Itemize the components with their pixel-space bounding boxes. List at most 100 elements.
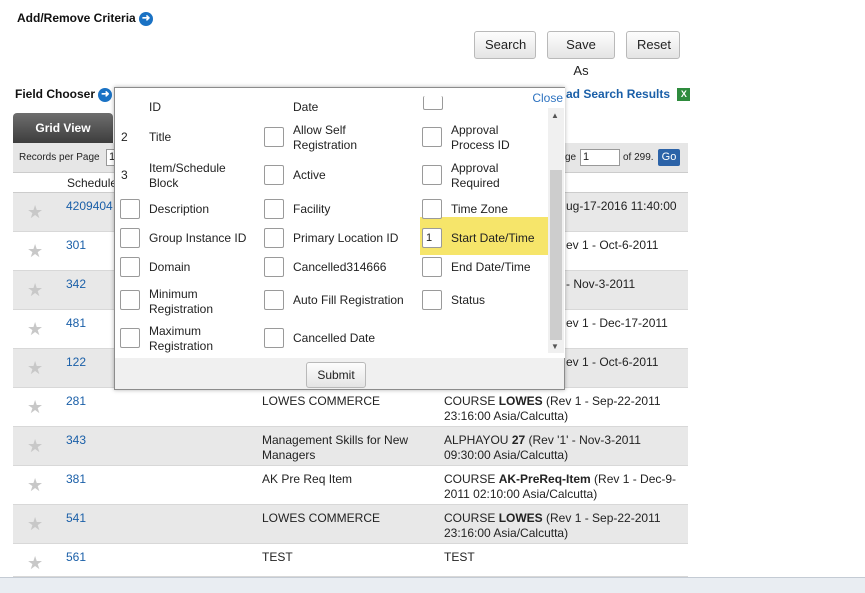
search-button[interactable]: Search xyxy=(474,31,536,59)
field-checkbox-description[interactable] xyxy=(120,199,140,219)
field-chooser-scrollbar[interactable]: ▲ ▼ xyxy=(548,108,564,353)
table-row: ★ 281 LOWES COMMERCE COURSE LOWES (Rev 1… xyxy=(13,388,688,427)
field-chooser[interactable]: Field Chooser ➜ xyxy=(15,87,113,102)
field-label-primary-location-id: Primary Location ID xyxy=(293,231,399,245)
instance-cell: COURSE LOWES (Rev 1 - Sep-22-2011 23:16:… xyxy=(444,511,661,540)
field-checkbox-cancelled314666[interactable] xyxy=(264,257,284,277)
instance-cell: COURSE LOWES (Rev 1 - Sep-22-2011 23:16:… xyxy=(444,394,661,423)
instance-cell: ev 1 - Oct-6-2011 xyxy=(566,355,659,369)
field-checkbox-primary-location-id[interactable] xyxy=(264,228,284,248)
field-checkbox-cancelled-date[interactable] xyxy=(264,328,284,348)
field-checkbox-time-zone[interactable] xyxy=(422,199,442,219)
schedule-id-link[interactable]: 122 xyxy=(66,355,86,369)
field-order-input-start-date-time[interactable]: 1 xyxy=(422,228,442,248)
instance-cell: ALPHAYOU 27 (Rev '1' - Nov-3-2011 09:30:… xyxy=(444,433,641,462)
item-name-cell: Management Skills for New Managers xyxy=(262,433,409,462)
star-icon[interactable]: ★ xyxy=(27,358,43,379)
field-checkbox-approval-required[interactable] xyxy=(422,165,442,185)
schedule-id-link[interactable]: 541 xyxy=(66,511,86,525)
instance-cell: TEST xyxy=(444,550,475,564)
star-icon[interactable]: ★ xyxy=(27,436,43,457)
download-search-results[interactable]: ad Search Results X xyxy=(566,87,691,102)
reset-button[interactable]: Reset xyxy=(626,31,680,59)
field-label-maximum-registration: Maximum Registration xyxy=(149,324,214,353)
instance-cell: ev 1 - Dec-17-2011 xyxy=(566,316,668,330)
page-number-input[interactable]: 1 xyxy=(580,149,620,166)
field-checkbox-facility[interactable] xyxy=(264,199,284,219)
field-label-start-date-time: Start Date/Time xyxy=(451,231,535,245)
field-label-description: Description xyxy=(149,202,210,216)
item-name-cell: TEST xyxy=(262,550,293,564)
field-checkbox[interactable] xyxy=(423,96,443,110)
star-icon[interactable]: ★ xyxy=(27,397,43,418)
table-row: ★ 381 AK Pre Req Item COURSE AK-PreReq-I… xyxy=(13,466,688,505)
arrow-right-icon[interactable]: ➜ xyxy=(139,11,154,26)
field-order-number: 3 xyxy=(121,168,128,182)
horizontal-scrollbar[interactable] xyxy=(0,577,865,593)
scroll-up-icon[interactable]: ▲ xyxy=(551,111,559,120)
field-label-title: Title xyxy=(149,130,172,144)
star-icon[interactable]: ★ xyxy=(27,202,43,223)
table-row: ★ 561 TEST TEST xyxy=(13,544,688,577)
schedule-id-link[interactable]: 342 xyxy=(66,277,86,291)
item-name-cell: LOWES COMMERCE xyxy=(262,511,381,525)
save-as-button[interactable]: Save As xyxy=(547,31,615,78)
field-label: Date xyxy=(293,100,319,114)
page-total-label: of 299. xyxy=(623,152,654,163)
schedule-id-link[interactable]: 4209404 xyxy=(66,199,113,213)
field-label: ID xyxy=(149,100,161,114)
arrow-right-icon[interactable]: ➜ xyxy=(98,87,113,102)
table-row: ★ 541 LOWES COMMERCE COURSE LOWES (Rev 1… xyxy=(13,505,688,544)
schedule-id-link[interactable]: 281 xyxy=(66,394,86,408)
scrollbar-thumb[interactable] xyxy=(550,170,562,340)
go-button[interactable]: Go xyxy=(658,149,680,166)
schedule-id-link[interactable]: 561 xyxy=(66,550,86,564)
download-search-results-label: ad Search Results xyxy=(566,87,671,101)
field-label-status: Status xyxy=(451,293,486,307)
field-label-active: Active xyxy=(293,168,326,182)
star-icon[interactable]: ★ xyxy=(27,475,43,496)
records-per-page-label: Records per Page xyxy=(19,152,100,163)
col-schedule-header[interactable]: Schedule xyxy=(67,176,117,190)
instance-cell: COURSE AK-PreReq-Item (Rev 1 - Dec-9-201… xyxy=(444,472,677,501)
tab-grid-view[interactable]: Grid View xyxy=(13,113,113,143)
star-icon[interactable]: ★ xyxy=(27,319,43,340)
field-label-facility: Facility xyxy=(293,202,331,216)
field-label-end-date-time: End Date/Time xyxy=(451,260,531,274)
star-icon[interactable]: ★ xyxy=(27,514,43,535)
field-checkbox-minimum-registration[interactable] xyxy=(120,290,140,310)
field-checkbox-approval-process-id[interactable] xyxy=(422,127,442,147)
schedule-id-link[interactable]: 381 xyxy=(66,472,86,486)
field-order-number: 2 xyxy=(121,130,128,144)
instance-cell: ev 1 - Oct-6-2011 xyxy=(566,238,659,252)
field-checkbox-group-instance-id[interactable] xyxy=(120,228,140,248)
field-checkbox-allow-self-registration[interactable] xyxy=(264,127,284,147)
schedule-id-link[interactable]: 301 xyxy=(66,238,86,252)
field-label-minimum-registration: Minimum Registration xyxy=(149,287,214,316)
scroll-down-icon[interactable]: ▼ xyxy=(551,342,559,351)
field-checkbox-status[interactable] xyxy=(422,290,442,310)
close-link[interactable]: Close xyxy=(532,91,563,105)
field-chooser-label: Field Chooser xyxy=(15,87,96,101)
star-icon[interactable]: ★ xyxy=(27,553,43,574)
field-checkbox-active[interactable] xyxy=(264,165,284,185)
schedule-id-link[interactable]: 481 xyxy=(66,316,86,330)
field-label-item-schedule-block: Item/Schedule Block xyxy=(149,161,226,190)
star-icon[interactable]: ★ xyxy=(27,241,43,262)
field-label-approval-process-id: Approval Process ID xyxy=(451,123,510,152)
field-label-time-zone: Time Zone xyxy=(451,202,508,216)
table-row: ★ 343 Management Skills for New Managers… xyxy=(13,427,688,466)
field-checkbox-domain[interactable] xyxy=(120,257,140,277)
submit-button[interactable]: Submit xyxy=(306,362,366,388)
schedule-id-link[interactable]: 343 xyxy=(66,433,86,447)
page-label: ge xyxy=(565,152,577,163)
add-remove-criteria-label: Add/Remove Criteria xyxy=(17,11,136,25)
star-icon[interactable]: ★ xyxy=(27,280,43,301)
add-remove-criteria[interactable]: Add/Remove Criteria ➜ xyxy=(17,11,154,26)
instance-cell: ug-17-2016 11:40:00 xyxy=(566,199,677,213)
field-checkbox-end-date-time[interactable] xyxy=(422,257,442,277)
field-label-auto-fill-registration: Auto Fill Registration xyxy=(293,293,404,307)
item-name-cell: AK Pre Req Item xyxy=(262,472,353,486)
field-checkbox-auto-fill-registration[interactable] xyxy=(264,290,284,310)
field-checkbox-maximum-registration[interactable] xyxy=(120,328,140,348)
